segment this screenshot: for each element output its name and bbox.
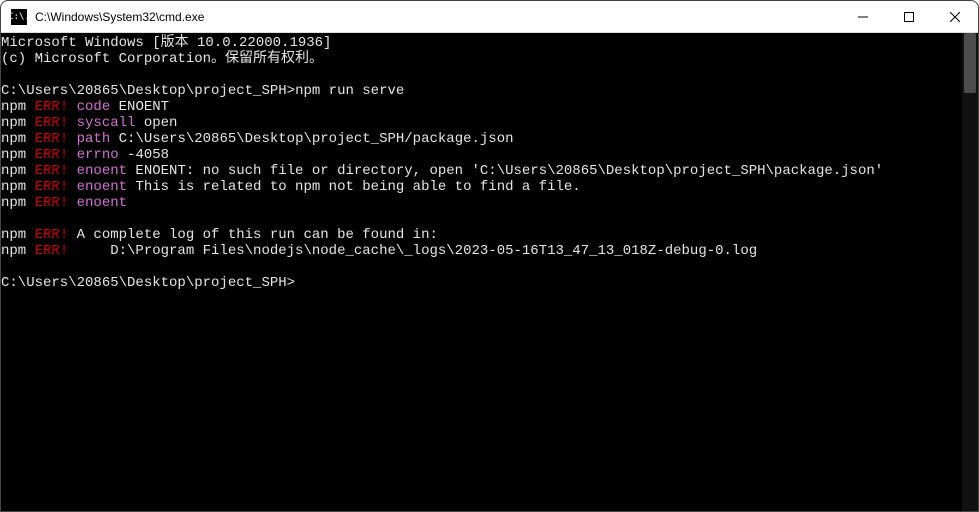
error-value: This is related to npm not being able to… xyxy=(127,179,581,195)
log-line-path: npm ERR! D:\Program Files\nodejs\node_ca… xyxy=(1,243,962,259)
error-line-enoent3: npm ERR! enoent xyxy=(1,195,962,211)
scrollbar[interactable] xyxy=(962,33,978,511)
banner-line: Microsoft Windows [版本 10.0.22000.1936] xyxy=(1,35,962,51)
error-key: code xyxy=(68,99,110,115)
minimize-icon xyxy=(858,12,868,22)
command-text: npm run serve xyxy=(295,83,404,99)
err-label: ERR! xyxy=(35,243,69,259)
log-message: A complete log of this run can be found … xyxy=(68,227,438,243)
npm-prefix: npm xyxy=(1,227,35,243)
error-key: enoent xyxy=(68,195,127,211)
err-label: ERR! xyxy=(35,179,69,195)
error-value: open xyxy=(135,115,177,131)
error-line-errno: npm ERR! errno -4058 xyxy=(1,147,962,163)
error-line-path: npm ERR! path C:\Users\20865\Desktop\pro… xyxy=(1,131,962,147)
scrollbar-thumb[interactable] xyxy=(964,33,976,93)
maximize-icon xyxy=(904,12,914,22)
npm-prefix: npm xyxy=(1,243,35,259)
cmd-window: C:\. C:\Windows\System32\cmd.exe Microso… xyxy=(0,0,979,512)
npm-prefix: npm xyxy=(1,131,35,147)
minimize-button[interactable] xyxy=(840,1,886,33)
npm-prefix: npm xyxy=(1,115,35,131)
error-key: syscall xyxy=(68,115,135,131)
err-label: ERR! xyxy=(35,147,69,163)
log-line-msg: npm ERR! A complete log of this run can … xyxy=(1,227,962,243)
error-value: -4058 xyxy=(119,147,169,163)
error-value: ENOENT: no such file or directory, open … xyxy=(127,163,883,179)
err-label: ERR! xyxy=(35,227,69,243)
window-controls xyxy=(840,1,978,32)
prompt-line: C:\Users\20865\Desktop\project_SPH> xyxy=(1,275,962,291)
close-button[interactable] xyxy=(932,1,978,33)
cmd-icon: C:\. xyxy=(11,9,27,25)
maximize-button[interactable] xyxy=(886,1,932,33)
window-title: C:\Windows\System32\cmd.exe xyxy=(35,10,840,24)
error-key: errno xyxy=(68,147,118,163)
npm-prefix: npm xyxy=(1,179,35,195)
err-label: ERR! xyxy=(35,195,69,211)
err-label: ERR! xyxy=(35,131,69,147)
npm-prefix: npm xyxy=(1,163,35,179)
error-value: C:\Users\20865\Desktop\project_SPH/packa… xyxy=(110,131,513,147)
log-path: D:\Program Files\nodejs\node_cache\_logs… xyxy=(68,243,757,259)
error-value: ENOENT xyxy=(110,99,169,115)
prompt-path: C:\Users\20865\Desktop\project_SPH> xyxy=(1,83,295,99)
error-key: enoent xyxy=(68,179,127,195)
title-bar[interactable]: C:\. C:\Windows\System32\cmd.exe xyxy=(1,1,978,33)
err-label: ERR! xyxy=(35,99,69,115)
close-icon xyxy=(950,12,960,22)
terminal-area: Microsoft Windows [版本 10.0.22000.1936](c… xyxy=(1,33,978,511)
error-key: path xyxy=(68,131,110,147)
error-line-enoent1: npm ERR! enoent ENOENT: no such file or … xyxy=(1,163,962,179)
copyright-line: (c) Microsoft Corporation。保留所有权利。 xyxy=(1,51,962,67)
blank-line xyxy=(1,67,962,83)
prompt-line: C:\Users\20865\Desktop\project_SPH>npm r… xyxy=(1,83,962,99)
npm-prefix: npm xyxy=(1,99,35,115)
terminal-output[interactable]: Microsoft Windows [版本 10.0.22000.1936](c… xyxy=(1,33,962,511)
npm-prefix: npm xyxy=(1,147,35,163)
npm-prefix: npm xyxy=(1,195,35,211)
error-line-code: npm ERR! code ENOENT xyxy=(1,99,962,115)
blank-line xyxy=(1,211,962,227)
error-line-enoent2: npm ERR! enoent This is related to npm n… xyxy=(1,179,962,195)
error-key: enoent xyxy=(68,163,127,179)
err-label: ERR! xyxy=(35,115,69,131)
err-label: ERR! xyxy=(35,163,69,179)
blank-line xyxy=(1,259,962,275)
error-line-syscall: npm ERR! syscall open xyxy=(1,115,962,131)
